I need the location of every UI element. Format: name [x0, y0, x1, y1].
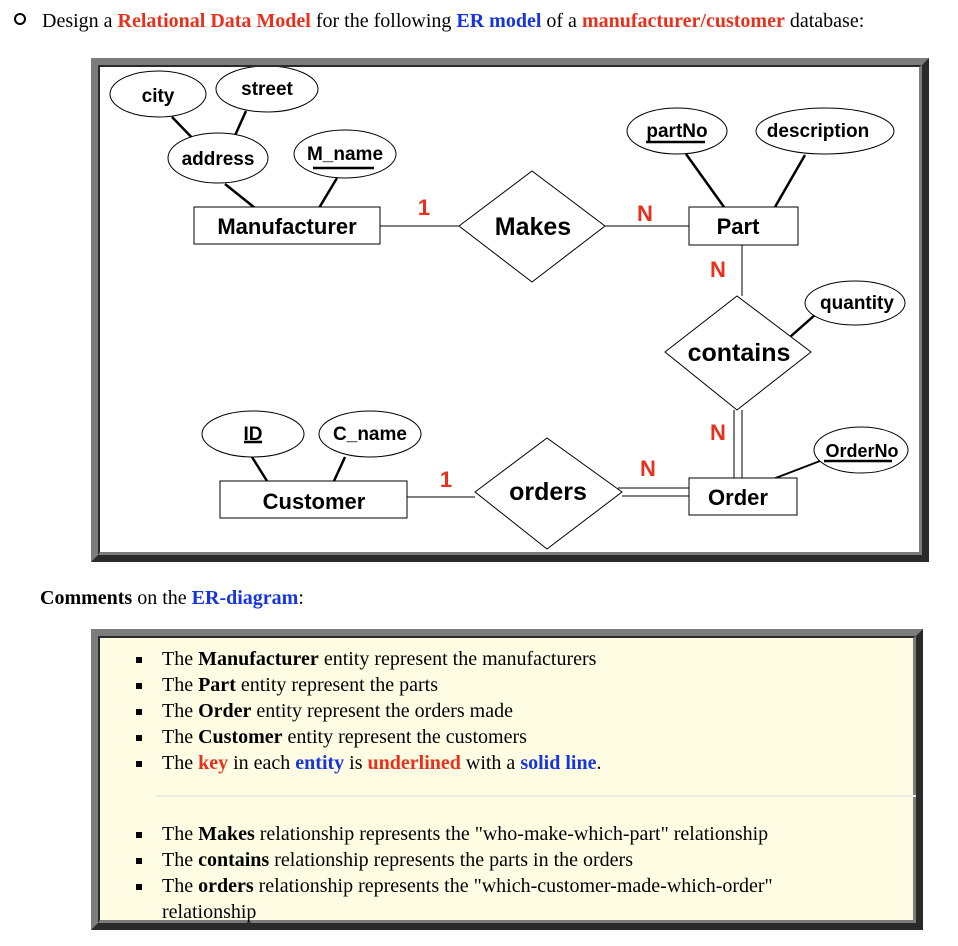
- item-text: The: [162, 674, 199, 696]
- relationship-contains-label: contains: [688, 339, 791, 367]
- item-text: The: [162, 700, 199, 722]
- attribute-address-label: address: [182, 149, 255, 170]
- list-item: The Makes relationship represents the "w…: [126, 821, 842, 847]
- cardinality-part-contains: N: [710, 257, 726, 282]
- intro-line: Design a Relational Data Model for the f…: [10, 6, 864, 36]
- item-text: .: [596, 752, 602, 774]
- key-word: key: [198, 752, 229, 774]
- comments-frame: The Manufacturer entity represent the ma…: [91, 629, 923, 930]
- relationship-makes-label: Makes: [495, 213, 571, 241]
- edge-mname-manufacturer: [317, 177, 339, 209]
- comments-heading-colon: :: [298, 587, 304, 609]
- list-item: The contains relationship represents the…: [126, 847, 842, 873]
- item-text: The: [162, 849, 199, 871]
- entity-word: entity: [295, 752, 345, 774]
- intro-text: for the following: [310, 10, 457, 32]
- intro-text: of a: [541, 10, 582, 32]
- list-item: The Order entity represent the orders ma…: [126, 698, 601, 724]
- item-bold: Makes: [198, 823, 255, 845]
- item-bold: Order: [198, 700, 252, 722]
- relationship-orders-label: orders: [509, 478, 587, 506]
- edge-description-part: [773, 154, 807, 208]
- item-text: is: [344, 752, 368, 774]
- underlined-word: underlined: [367, 752, 461, 774]
- edge-address-manufacturer: [224, 183, 256, 209]
- item-bold: orders: [198, 875, 254, 897]
- attribute-street-label: street: [241, 79, 293, 100]
- edge-quantity-contains: [789, 313, 817, 338]
- edge-id-customer: [250, 456, 269, 482]
- edge-cname-customer: [332, 456, 347, 482]
- comments-heading-bold: Comments: [40, 587, 133, 609]
- entity-customer-label: Customer: [263, 489, 366, 514]
- intro-text: Design a: [42, 10, 118, 32]
- entity-part-label: Part: [717, 214, 760, 239]
- item-text: The: [162, 752, 199, 774]
- solid-line-word: solid line: [520, 752, 597, 774]
- er-diagram: Manufacturer Part Customer Order Makes c…: [109, 67, 909, 550]
- item-text: The: [162, 823, 199, 845]
- item-bold: Customer: [198, 726, 283, 748]
- comments-heading-er-diagram: ER-diagram: [191, 587, 299, 609]
- attribute-description-label: description: [767, 121, 869, 142]
- cardinality-orders-order: N: [640, 456, 656, 481]
- item-text: entity represent the parts: [235, 674, 439, 696]
- cardinality-manufacturer-makes: 1: [418, 195, 430, 220]
- entity-manufacturer-label: Manufacturer: [217, 214, 357, 239]
- attribute-quantity-label: quantity: [820, 293, 894, 314]
- edge-partno-part: [684, 153, 726, 208]
- intro-er-model: ER model: [456, 10, 542, 32]
- item-text: entity represent the manufacturers: [318, 648, 597, 670]
- item-text: The: [162, 726, 199, 748]
- item-bold: Part: [198, 674, 236, 696]
- list-item-key-note: The key in each entity is underlined wit…: [126, 750, 601, 776]
- attribute-cname-label: C_name: [333, 424, 407, 445]
- er-diagram-frame: Manufacturer Part Customer Order Makes c…: [91, 58, 929, 562]
- intro-relational-data-model: Relational Data Model: [117, 10, 311, 32]
- list-item: The Customer entity represent the custom…: [126, 724, 601, 750]
- cardinality-contains-order: N: [710, 420, 726, 445]
- edge-orderno-order: [772, 460, 821, 480]
- intro-text: database:: [784, 10, 865, 32]
- attribute-id-label: ID: [244, 424, 263, 445]
- relationship-comments-list: The Makes relationship represents the "w…: [126, 821, 842, 925]
- item-text: relationship represents the parts in the…: [269, 849, 633, 871]
- comments-heading-text: on the: [132, 587, 192, 609]
- item-text: The: [162, 648, 199, 670]
- hollow-circle-bullet-icon: [14, 13, 26, 25]
- entity-order-label: Order: [708, 485, 768, 510]
- separator-rule: [156, 795, 916, 797]
- comments-heading: Comments on the ER-diagram:: [40, 584, 304, 612]
- attribute-mname-label: M_name: [307, 144, 383, 165]
- item-bold: contains: [198, 849, 270, 871]
- cardinality-customer-orders: 1: [440, 467, 452, 492]
- intro-manufacturer-customer: manufacturer/customer: [581, 10, 785, 32]
- item-text: The: [162, 875, 199, 897]
- item-text: relationship represents the "which-custo…: [162, 875, 773, 923]
- item-text: relationship represents the "who-make-wh…: [254, 823, 769, 845]
- attribute-partno-label: partNo: [646, 121, 707, 142]
- attribute-orderno-label: OrderNo: [825, 441, 898, 461]
- list-item: The Part entity represent the parts: [126, 672, 601, 698]
- item-text: with a: [460, 752, 521, 774]
- cardinality-makes-part: N: [637, 201, 653, 226]
- item-bold: Manufacturer: [198, 648, 319, 670]
- item-text: in each: [228, 752, 296, 774]
- entity-comments-list: The Manufacturer entity represent the ma…: [126, 646, 601, 776]
- item-text: entity represent the orders made: [251, 700, 513, 722]
- item-text: entity represent the customers: [282, 726, 527, 748]
- list-item: The Manufacturer entity represent the ma…: [126, 646, 601, 672]
- attribute-city-label: city: [142, 86, 175, 107]
- list-item: The orders relationship represents the "…: [126, 873, 842, 925]
